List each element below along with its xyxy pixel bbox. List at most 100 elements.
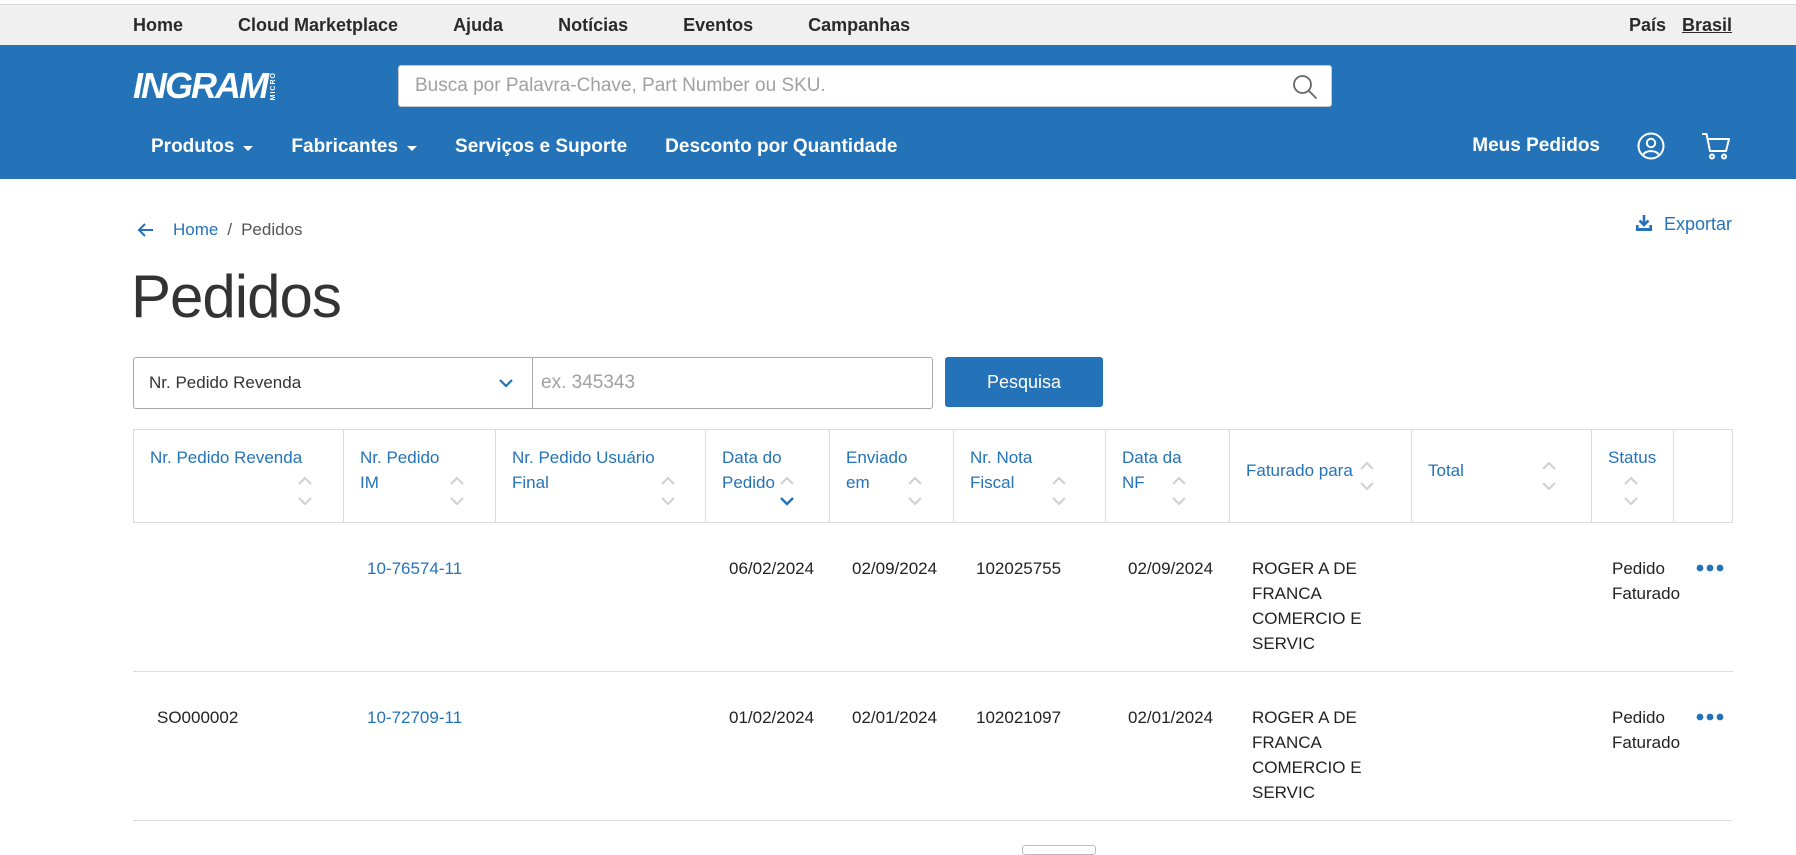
cell-revenda: SO000002 — [157, 708, 239, 727]
cell-data-nf: 02/09/2024 — [1128, 559, 1214, 578]
col-enviado-em[interactable]: Enviado em — [830, 430, 954, 522]
cell-enviado: 02/09/2024 — [852, 559, 938, 578]
caret-down-icon — [243, 145, 254, 151]
download-icon — [1635, 215, 1652, 231]
nav-produtos[interactable]: Produtos — [151, 136, 254, 158]
shopping-cart-icon[interactable] — [1700, 131, 1732, 161]
breadcrumb: Home / Pedidos — [137, 220, 303, 240]
sort-icon — [908, 476, 922, 506]
col-nr-pedido-revenda[interactable]: Nr. Pedido Revenda — [134, 430, 344, 522]
cell-faturado-line: COMERCIO E — [1252, 758, 1362, 777]
export-button[interactable]: Exportar — [1634, 211, 1732, 237]
col-faturado-para[interactable]: Faturado para — [1230, 430, 1412, 522]
cell-im-link[interactable]: 10-72709-11 — [367, 705, 462, 730]
cell-faturado-line: ROGER A DE — [1252, 559, 1357, 578]
user-account-icon[interactable] — [1636, 131, 1666, 161]
cell-status-line: Faturado — [1612, 584, 1681, 603]
order-query-box — [532, 357, 933, 409]
country-value-link[interactable]: Brasil — [1682, 15, 1732, 36]
cell-faturado-line: FRANCA — [1252, 584, 1322, 603]
ingram-micro-logo[interactable]: INGRAM MICRO — [133, 68, 277, 104]
search-field-selected: Nr. Pedido Revenda — [149, 373, 302, 392]
col-data-da-nf[interactable]: Data da NF — [1106, 430, 1230, 522]
col-label: Total — [1428, 461, 1464, 480]
col-status[interactable]: Status — [1592, 430, 1674, 522]
logo-micro: MICRO — [270, 72, 277, 101]
country-label: País — [1628, 15, 1666, 35]
search-button[interactable]: Pesquisa — [945, 357, 1103, 407]
sort-icon — [1542, 461, 1556, 491]
country-selector: País Brasil — [1629, 5, 1732, 46]
utility-link-cloud-marketplace[interactable]: Cloud Marketplace — [238, 15, 398, 36]
sort-icon — [298, 476, 312, 506]
more-options-icon[interactable] — [1696, 712, 1724, 722]
utility-link-ajuda[interactable]: Ajuda — [453, 15, 503, 36]
sort-icon — [1052, 476, 1066, 506]
nav-desconto-quantidade[interactable]: Desconto por Quantidade — [665, 136, 897, 158]
utility-link-campanhas[interactable]: Campanhas — [808, 15, 910, 36]
col-label: Faturado para — [1246, 461, 1353, 480]
search-icon[interactable] — [1291, 73, 1319, 101]
col-nr-nota-fiscal[interactable]: Nr. Nota Fiscal — [954, 430, 1106, 522]
table-row: 10-76574-11 06/02/2024 02/09/2024 102025… — [133, 523, 1733, 672]
col-label: Nr. Pedido Revenda — [150, 448, 303, 467]
my-orders-link[interactable]: Meus Pedidos — [1472, 135, 1600, 157]
logo-wordmark: INGRAM — [133, 65, 269, 106]
cell-data-pedido: 01/02/2024 — [729, 708, 815, 727]
breadcrumb-separator: / — [227, 220, 233, 239]
pagination-control[interactable] — [1022, 845, 1096, 855]
nav-fabricantes-label: Fabricantes — [291, 136, 399, 157]
nav-produtos-label: Produtos — [151, 136, 235, 157]
col-data-do-pedido[interactable]: Data do Pedido — [706, 430, 830, 522]
breadcrumb-home-link[interactable]: Home — [173, 220, 218, 240]
utility-links: Home Cloud Marketplace Ajuda Notícias Ev… — [133, 5, 965, 46]
cell-data-nf: 02/01/2024 — [1128, 708, 1214, 727]
cell-data-pedido: 06/02/2024 — [729, 559, 815, 578]
cell-status-line: Pedido — [1612, 559, 1665, 578]
utility-link-noticias[interactable]: Notícias — [558, 15, 628, 36]
cell-nota: 102025755 — [976, 559, 1062, 578]
top-utility-bar: Home Cloud Marketplace Ajuda Notícias Ev… — [0, 4, 1796, 45]
caret-down-icon — [407, 145, 418, 151]
cell-enviado: 02/01/2024 — [852, 708, 938, 727]
col-label: Data da — [1122, 448, 1182, 467]
utility-link-eventos[interactable]: Eventos — [683, 15, 753, 36]
col-label: Nr. Pedido Usuário — [512, 448, 655, 467]
cell-faturado: ROGER A DE FRANCA COMERCIO E SERVIC — [1252, 556, 1362, 656]
col-total[interactable]: Total — [1412, 430, 1592, 522]
utility-link-home[interactable]: Home — [133, 15, 183, 36]
nav-servicos-suporte[interactable]: Serviços e Suporte — [455, 136, 627, 158]
col-label: Nr. Nota — [970, 448, 1033, 467]
col-label: Final — [512, 473, 549, 492]
col-label: Fiscal — [970, 473, 1015, 492]
sort-icon — [1624, 476, 1638, 506]
more-options-icon[interactable] — [1696, 563, 1724, 573]
global-search-box — [398, 65, 1332, 107]
cell-status-line: Faturado — [1612, 733, 1681, 752]
arrow-left-icon[interactable] — [137, 222, 155, 238]
col-label: Enviado — [846, 448, 908, 467]
order-query-input[interactable] — [533, 358, 932, 408]
cell-im-link[interactable]: 10-76574-11 — [367, 556, 462, 581]
global-search-input[interactable] — [399, 66, 1279, 106]
col-label: Data do — [722, 448, 782, 467]
col-label: NF — [1122, 473, 1145, 492]
cell-faturado: ROGER A DE FRANCA COMERCIO E SERVIC — [1252, 705, 1362, 805]
nav-fabricantes[interactable]: Fabricantes — [291, 136, 418, 158]
main-nav: Produtos Fabricantes Serviços e Suporte … — [151, 133, 935, 161]
col-nr-pedido-im[interactable]: Nr. Pedido IM — [344, 430, 496, 522]
cell-faturado-line: FRANCA — [1252, 733, 1322, 752]
page-title: Pedidos — [131, 263, 342, 330]
breadcrumb-current: Pedidos — [241, 220, 303, 239]
sort-icon — [661, 476, 675, 506]
orders-table-header: Nr. Pedido Revenda Nr. Pedido IM Nr. Ped… — [133, 429, 1733, 523]
col-nr-pedido-usuario-final[interactable]: Nr. Pedido Usuário Final — [496, 430, 706, 522]
cell-status: Pedido Faturado — [1612, 705, 1680, 755]
col-actions — [1674, 430, 1732, 522]
search-field-select[interactable]: Nr. Pedido Revenda — [133, 357, 533, 409]
cell-nota: 102021097 — [976, 708, 1062, 727]
sort-icon — [1360, 461, 1374, 491]
chevron-down-icon — [499, 379, 513, 388]
col-label: Status — [1608, 448, 1657, 467]
col-label: Nr. Pedido — [360, 448, 440, 467]
